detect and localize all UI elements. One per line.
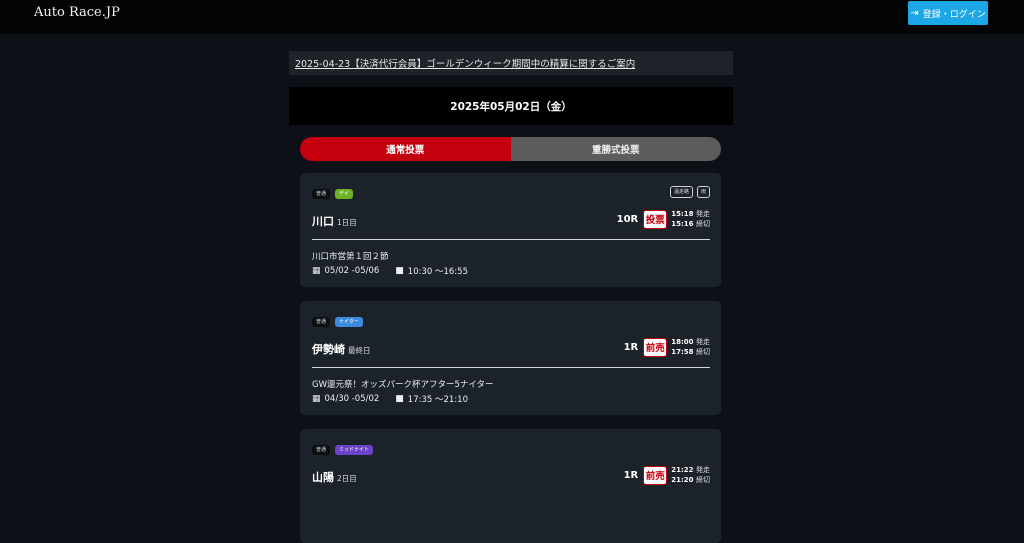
- event-title: GW還元祭！オッズパーク杯アフター5ナイター: [312, 380, 494, 390]
- start-label: 発走: [696, 210, 710, 218]
- divider: [312, 367, 710, 368]
- calendar-icon: ▦: [312, 266, 321, 276]
- race-card[interactable]: 普通 デイ 温走路 雨 川口 1日目 10R 投票 15:18 発走 15:16 …: [300, 173, 721, 287]
- divider: [312, 239, 710, 240]
- track-tag: 温走路: [669, 186, 693, 198]
- event-meta: ▦ 05/02 -05/06 ■ 10:30 〜16:55: [312, 265, 468, 277]
- race-times: 21:22 発走 21:20 締切: [671, 465, 710, 485]
- vote-button[interactable]: 投票: [643, 209, 668, 229]
- event-meta: ▦ 04/30 -05/02 ■ 17:35 〜21:10: [312, 393, 468, 405]
- event-hours: 10:30 〜16:55: [407, 267, 468, 277]
- event-hours: 17:35 〜21:10: [407, 395, 468, 405]
- advance-sale-button[interactable]: 前売: [643, 337, 668, 357]
- day-label: 1日目: [337, 218, 357, 227]
- session-badge: ナイター: [335, 317, 363, 327]
- start-time: 21:22: [671, 466, 694, 474]
- close-time: 15:16: [671, 220, 694, 228]
- event-dates: 04/30 -05/02: [324, 394, 380, 404]
- site-logo[interactable]: Auto Race.JP: [34, 5, 120, 20]
- race-times: 18:00 発走 17:58 締切: [671, 337, 710, 357]
- race-card[interactable]: 普通 ミッドナイト 山陽 2日目 1R 前売 21:22 発走 21:20 締切: [300, 429, 721, 543]
- date-header: 2025年05月02日（金）: [289, 87, 733, 125]
- race-times: 15:18 発走 15:16 締切: [671, 209, 710, 229]
- grade-badge: 普通: [312, 317, 331, 327]
- race-card[interactable]: 普通 ナイター 伊勢崎 最終日 1R 前売 18:00 発走 17:58 締切 G…: [300, 301, 721, 415]
- close-label: 締切: [696, 476, 710, 484]
- race-info: 1R 前売 21:22 発走 21:20 締切: [624, 465, 710, 485]
- event-dates: 05/02 -05/06: [324, 266, 380, 276]
- sign-in-icon: ⇥: [910, 7, 919, 19]
- tab-normal-vote[interactable]: 通常投票: [300, 137, 511, 161]
- notice-link[interactable]: 2025-04-23【決済代行会員】ゴールデンウィーク期間中の精算に関するご案内: [289, 51, 733, 75]
- close-label: 締切: [696, 220, 710, 228]
- venue-label: 川口: [312, 215, 334, 228]
- close-label: 締切: [696, 348, 710, 356]
- venue-name: 川口 1日目: [312, 213, 357, 229]
- race-info: 1R 前売 18:00 発走 17:58 締切: [624, 337, 710, 357]
- day-label: 2日目: [337, 474, 357, 483]
- venue-name: 山陽 2日目: [312, 469, 357, 485]
- session-badge: デイ: [335, 189, 354, 199]
- top-navbar: Auto Race.JP ⇥ 登録・ログイン: [0, 0, 1024, 34]
- vote-type-tabs: 通常投票 重勝式投票: [300, 137, 721, 161]
- event-title: 川口市営第１回２節: [312, 252, 389, 262]
- grade-badge: 普通: [312, 445, 331, 455]
- race-number: 1R: [623, 469, 639, 481]
- video-icon: ■: [395, 394, 404, 404]
- race-info: 10R 投票 15:18 発走 15:16 締切: [617, 209, 710, 229]
- advance-sale-button[interactable]: 前売: [643, 465, 668, 485]
- login-label: 登録・ログイン: [922, 9, 986, 20]
- race-number: 10R: [616, 213, 639, 225]
- venue-label: 山陽: [312, 471, 334, 484]
- tab-multi-win-vote[interactable]: 重勝式投票: [510, 137, 721, 161]
- venue-label: 伊勢崎: [312, 343, 345, 356]
- close-time: 21:20: [671, 476, 694, 484]
- session-badge: ミッドナイト: [335, 445, 374, 455]
- race-number: 1R: [623, 341, 639, 353]
- video-icon: ■: [395, 266, 404, 276]
- day-label: 最終日: [348, 346, 371, 355]
- start-time: 18:00: [671, 338, 694, 346]
- start-time: 15:18: [671, 210, 694, 218]
- venue-name: 伊勢崎 最終日: [312, 341, 371, 357]
- calendar-icon: ▦: [312, 394, 321, 404]
- close-time: 17:58: [671, 348, 694, 356]
- login-button[interactable]: ⇥ 登録・ログイン: [908, 1, 988, 25]
- start-label: 発走: [696, 338, 710, 346]
- start-label: 発走: [696, 466, 710, 474]
- weather-tag: 雨: [696, 186, 710, 198]
- grade-badge: 普通: [312, 189, 331, 199]
